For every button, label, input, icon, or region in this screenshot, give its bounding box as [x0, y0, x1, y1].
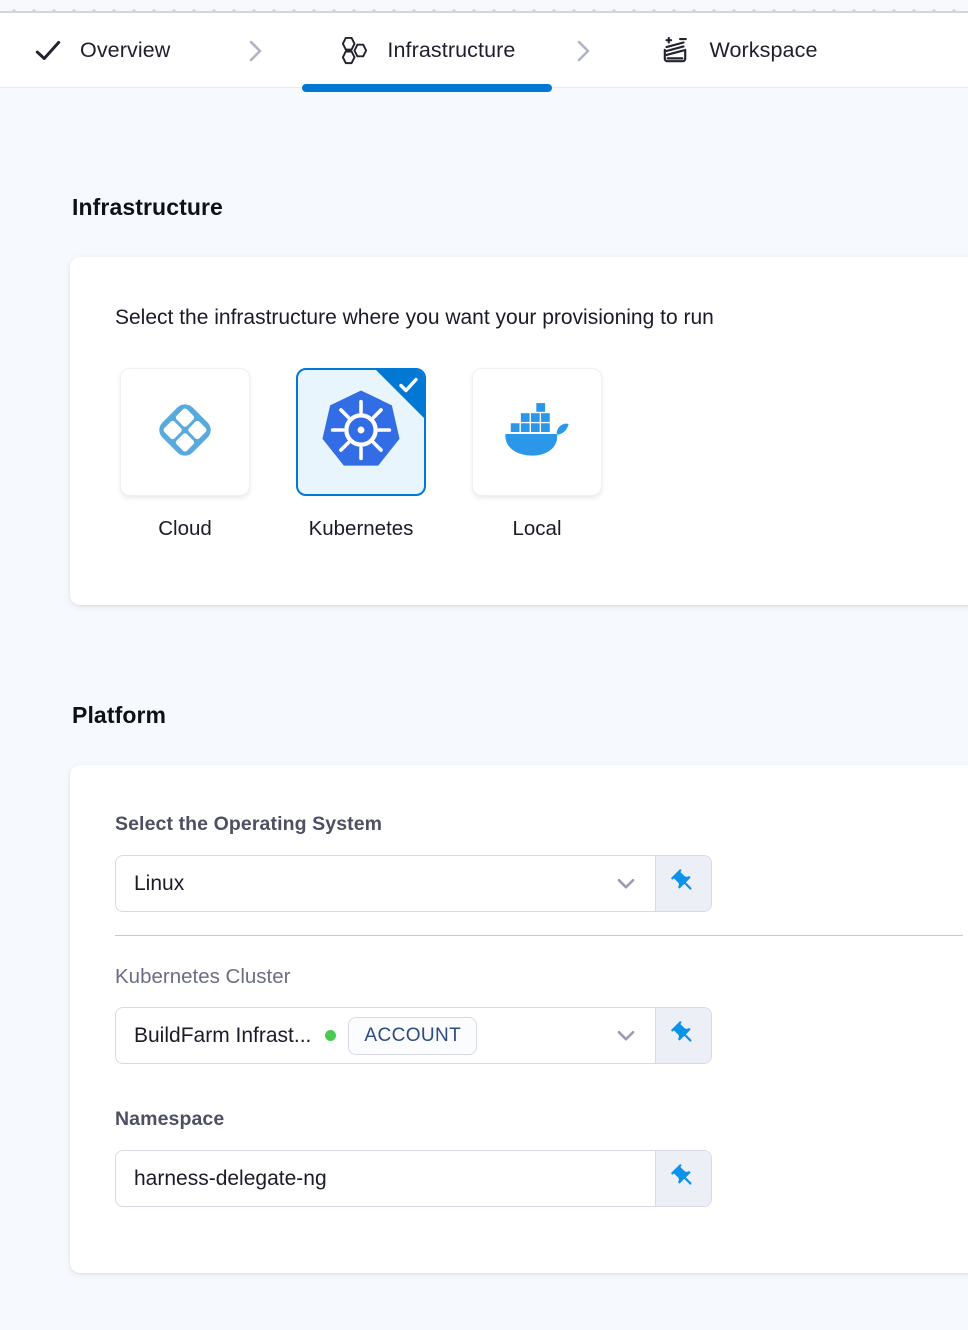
os-pin-button[interactable] — [655, 856, 711, 911]
option-local[interactable] — [472, 368, 602, 496]
connector-status-dot — [325, 1030, 336, 1041]
chevron-down-icon[interactable] — [613, 1023, 643, 1049]
infrastructure-page: Infrastructure Select the infrastructure… — [0, 88, 968, 1273]
os-select: Linux — [115, 855, 712, 912]
os-select-control[interactable]: Linux — [116, 856, 655, 911]
platform-card-divider — [115, 935, 963, 936]
pushpin-icon — [670, 1163, 697, 1195]
option-kubernetes[interactable] — [296, 368, 426, 496]
chevron-right-icon — [244, 38, 266, 64]
docker-whale-icon — [500, 396, 574, 469]
option-cloud[interactable] — [120, 368, 250, 496]
cluster-select-value: BuildFarm Infrast... — [134, 1024, 311, 1048]
step-infrastructure[interactable]: Infrastructure — [302, 13, 552, 88]
platform-section-title: Platform — [72, 702, 968, 729]
os-field-label: Select the Operating System — [115, 813, 963, 836]
step-overview-label: Overview — [80, 38, 170, 63]
hexagons-icon — [339, 35, 370, 66]
wizard-step-nav: Overview Infrastructure — [0, 13, 968, 88]
option-cloud-label: Cloud — [158, 517, 212, 541]
kubernetes-icon — [317, 387, 405, 478]
namespace-input[interactable] — [134, 1167, 643, 1191]
chevron-right-icon — [572, 38, 594, 64]
os-select-value: Linux — [134, 872, 184, 896]
pushpin-icon — [670, 1020, 697, 1052]
cluster-select: BuildFarm Infrast... ACCOUNT — [115, 1007, 712, 1064]
pushpin-icon — [670, 868, 697, 900]
cloud-icon — [147, 392, 223, 473]
workspace-stack-icon — [658, 34, 692, 68]
cluster-field-label: Kubernetes Cluster — [115, 965, 963, 989]
infrastructure-card: Select the infrastructure where you want… — [70, 257, 968, 605]
selected-check-icon — [398, 376, 419, 400]
option-local-label: Local — [512, 517, 561, 541]
chevron-down-icon[interactable] — [613, 871, 643, 897]
infrastructure-prompt: Select the infrastructure where you want… — [115, 306, 963, 330]
namespace-pin-button[interactable] — [655, 1151, 711, 1206]
namespace-field-label: Namespace — [115, 1108, 963, 1131]
step-infrastructure-label: Infrastructure — [387, 38, 515, 63]
infrastructure-section-title: Infrastructure — [72, 88, 968, 221]
step-workspace-label: Workspace — [709, 38, 817, 63]
step-workspace[interactable]: Workspace — [658, 13, 817, 88]
namespace-field — [115, 1150, 712, 1207]
check-icon — [33, 36, 63, 66]
cluster-pin-button[interactable] — [655, 1008, 711, 1063]
step-overview[interactable]: Overview — [33, 13, 170, 88]
dotted-top-strip — [0, 0, 968, 13]
infrastructure-options: Cloud — [120, 368, 963, 541]
scope-badge: ACCOUNT — [348, 1017, 477, 1055]
platform-card: Select the Operating System Linux — [70, 765, 968, 1273]
option-kubernetes-label: Kubernetes — [309, 517, 414, 541]
cluster-select-control[interactable]: BuildFarm Infrast... ACCOUNT — [116, 1008, 655, 1063]
